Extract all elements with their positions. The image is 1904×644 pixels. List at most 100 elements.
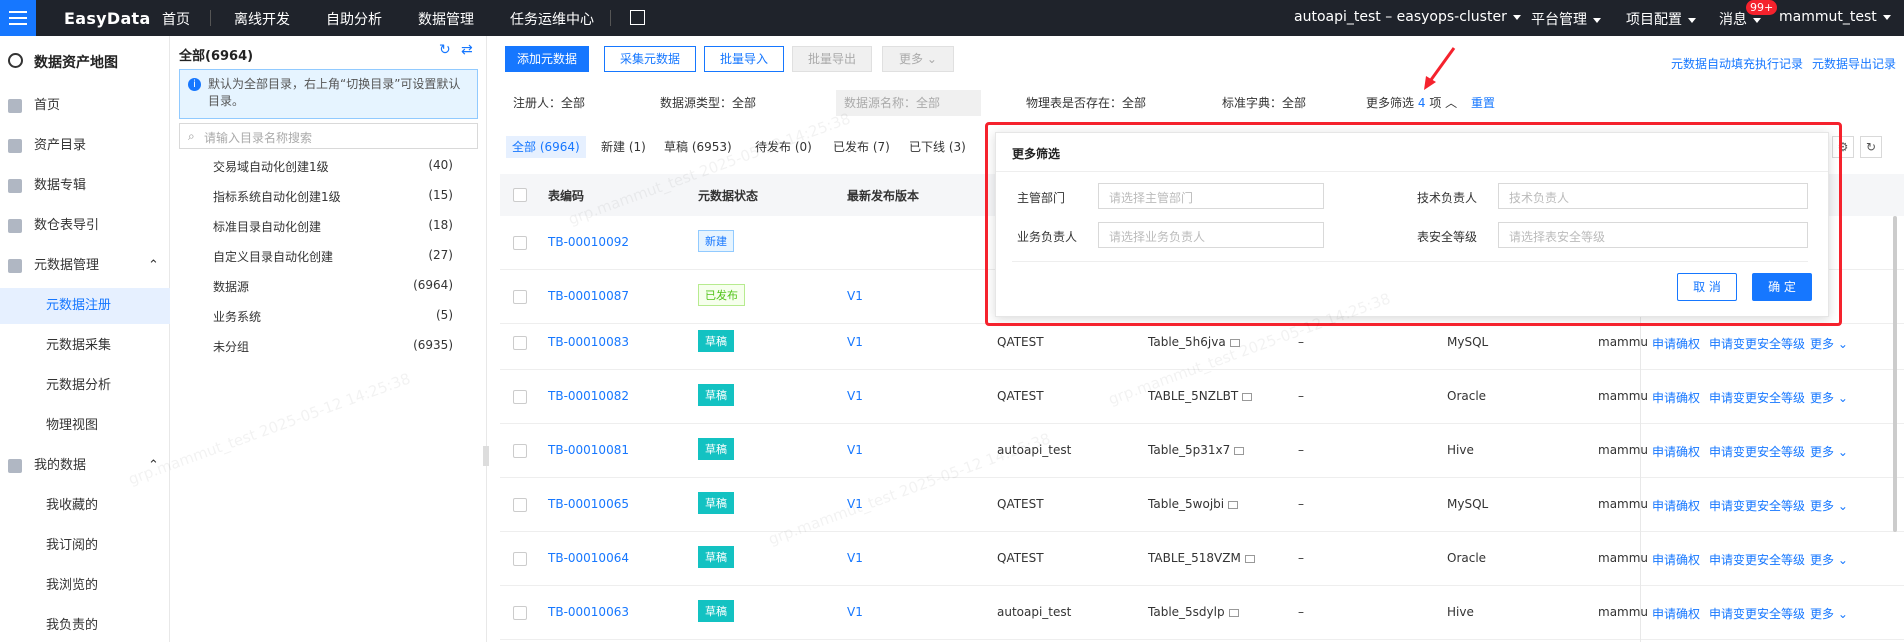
tab-pending[interactable]: 待发布 (0): [749, 136, 818, 158]
tab-draft[interactable]: 草稿 (6953): [658, 136, 738, 158]
sidebar-item-catalog[interactable]: 资产目录: [0, 128, 170, 164]
row-checkbox[interactable]: [513, 390, 527, 404]
sidebar-item-album[interactable]: 数据专辑: [0, 168, 170, 204]
sidebar-item-warehouse-guide[interactable]: 数仓表导引: [0, 208, 170, 244]
tree-item[interactable]: 标准目录自动化创建 (18): [213, 218, 453, 235]
user-menu[interactable]: mammut_test: [1779, 9, 1891, 25]
row-checkbox[interactable]: [513, 606, 527, 620]
row-checkbox[interactable]: [513, 236, 527, 250]
version-link[interactable]: V1: [847, 551, 863, 565]
version-link[interactable]: V1: [847, 497, 863, 511]
row-checkbox[interactable]: [513, 552, 527, 566]
platform-menu[interactable]: 平台管理: [1531, 9, 1601, 29]
more-filters-toggle[interactable]: 更多筛选 4 项 ︿: [1366, 94, 1457, 111]
filter-source-name[interactable]: 数据源名称：全部: [836, 90, 981, 116]
add-metadata-button[interactable]: 添加元数据: [505, 46, 589, 72]
table-code-link[interactable]: TB-00010082: [548, 389, 629, 403]
autofill-log-link[interactable]: 元数据自动填充执行记录: [1671, 55, 1803, 72]
tab-offline[interactable]: 已下线 (3): [903, 136, 972, 158]
sidebar-item-physical-view[interactable]: 物理视图: [0, 408, 170, 444]
row-more-link[interactable]: 更多 ⌄: [1810, 605, 1848, 622]
sidebar-item-metadata-analysis[interactable]: 元数据分析: [0, 368, 170, 404]
version-link[interactable]: V1: [847, 443, 863, 457]
table-code-link[interactable]: TB-00010083: [548, 335, 629, 349]
sidebar-item-metadata-management[interactable]: 元数据管理 ⌃: [0, 248, 170, 284]
version-link[interactable]: V1: [847, 389, 863, 403]
nav-task-ops[interactable]: 任务运维中心: [510, 9, 594, 29]
menu-icon[interactable]: [0, 0, 36, 36]
row-more-link[interactable]: 更多 ⌄: [1810, 443, 1848, 460]
row-checkbox[interactable]: [513, 336, 527, 350]
tree-item[interactable]: 交易域自动化创建1级 (40): [213, 158, 453, 175]
apply-security-link[interactable]: 申请变更安全等级: [1709, 605, 1805, 622]
batch-import-button[interactable]: 批量导入: [704, 46, 784, 72]
export-log-link[interactable]: 元数据导出记录: [1812, 55, 1896, 72]
sidebar-item-responsible[interactable]: 我负责的: [0, 608, 170, 644]
apply-security-link[interactable]: 申请变更安全等级: [1709, 497, 1805, 514]
apply-ownership-link[interactable]: 申请确权: [1652, 551, 1700, 568]
version-link[interactable]: V1: [847, 335, 863, 349]
tree-item[interactable]: 自定义目录自动化创建 (27): [213, 248, 453, 265]
filter-standard-dict[interactable]: 标准字典：全部: [1222, 94, 1306, 111]
row-checkbox[interactable]: [513, 444, 527, 458]
project-menu[interactable]: 项目配置: [1626, 9, 1696, 29]
version-link[interactable]: V1: [847, 605, 863, 619]
version-link[interactable]: V1: [847, 289, 863, 303]
sidebar-item-subscribed[interactable]: 我订阅的: [0, 528, 170, 564]
more-button[interactable]: 更多 ⌄: [882, 46, 954, 72]
apply-security-link[interactable]: 申请变更安全等级: [1709, 389, 1805, 406]
table-code-link[interactable]: TB-00010081: [548, 443, 629, 457]
tree-search-input[interactable]: ⌕ 请输入目录名称搜索: [179, 123, 478, 149]
refresh-icon[interactable]: ↻: [439, 42, 451, 58]
tab-new[interactable]: 新建 (1): [595, 136, 652, 158]
tab-all[interactable]: 全部 (6964): [506, 136, 586, 158]
tree-item[interactable]: 未分组 (6935): [213, 338, 453, 355]
filter-source-type[interactable]: 数据源类型：全部: [660, 94, 756, 111]
sidebar-item-home[interactable]: 首页: [0, 88, 170, 124]
cancel-button[interactable]: 取 消: [1677, 273, 1737, 301]
row-checkbox[interactable]: [513, 290, 527, 304]
sidebar-item-browsed[interactable]: 我浏览的: [0, 568, 170, 604]
nav-home[interactable]: 首页: [162, 9, 190, 29]
dept-select[interactable]: 请选择主管部门: [1098, 183, 1324, 209]
table-code-link[interactable]: TB-00010092: [548, 235, 629, 249]
tab-published[interactable]: 已发布 (7): [827, 136, 896, 158]
nav-data-management[interactable]: 数据管理: [418, 9, 474, 29]
switch-icon[interactable]: ⇄: [461, 42, 473, 58]
sidebar-item-metadata-collect[interactable]: 元数据采集: [0, 328, 170, 364]
batch-export-button[interactable]: 批量导出: [792, 46, 872, 72]
expand-icon[interactable]: [630, 10, 645, 25]
row-more-link[interactable]: 更多 ⌄: [1810, 551, 1848, 568]
cluster-selector[interactable]: autoapi_test – easyops-cluster: [1294, 9, 1521, 25]
reset-link[interactable]: 重置: [1471, 94, 1495, 111]
table-scrollbar[interactable]: [1893, 216, 1897, 532]
sidebar-item-metadata-register[interactable]: 元数据注册: [0, 288, 170, 324]
security-level-select[interactable]: 请选择表安全等级: [1498, 222, 1808, 248]
nav-offline-dev[interactable]: 离线开发: [234, 9, 290, 29]
settings-icon[interactable]: ⚙: [1832, 136, 1854, 158]
row-more-link[interactable]: 更多 ⌄: [1810, 335, 1848, 352]
tech-owner-input[interactable]: 技术负责人: [1498, 183, 1808, 209]
tree-item[interactable]: 指标系统自动化创建1级 (15): [213, 188, 453, 205]
apply-ownership-link[interactable]: 申请确权: [1652, 335, 1700, 352]
apply-ownership-link[interactable]: 申请确权: [1652, 389, 1700, 406]
apply-security-link[interactable]: 申请变更安全等级: [1709, 335, 1805, 352]
filter-registrant[interactable]: 注册人：全部: [513, 94, 585, 111]
select-all-checkbox[interactable]: [513, 188, 527, 202]
biz-owner-select[interactable]: 请选择业务负责人: [1098, 222, 1324, 248]
confirm-button[interactable]: 确 定: [1752, 273, 1812, 301]
apply-security-link[interactable]: 申请变更安全等级: [1709, 551, 1805, 568]
row-more-link[interactable]: 更多 ⌄: [1810, 389, 1848, 406]
apply-security-link[interactable]: 申请变更安全等级: [1709, 443, 1805, 460]
apply-ownership-link[interactable]: 申请确权: [1652, 497, 1700, 514]
table-code-link[interactable]: TB-00010087: [548, 289, 629, 303]
refresh-icon[interactable]: ↻: [1860, 136, 1882, 158]
row-checkbox[interactable]: [513, 498, 527, 512]
sidebar-item-my-data[interactable]: 我的数据 ⌃: [0, 448, 170, 484]
filter-physical-exists[interactable]: 物理表是否存在：全部: [1026, 94, 1146, 111]
resize-handle[interactable]: [483, 446, 489, 466]
tree-item[interactable]: 业务系统 (5): [213, 308, 453, 325]
sidebar-item-favorites[interactable]: 我收藏的: [0, 488, 170, 524]
tree-item[interactable]: 数据源 (6964): [213, 278, 453, 295]
collect-metadata-button[interactable]: 采集元数据: [604, 46, 696, 72]
